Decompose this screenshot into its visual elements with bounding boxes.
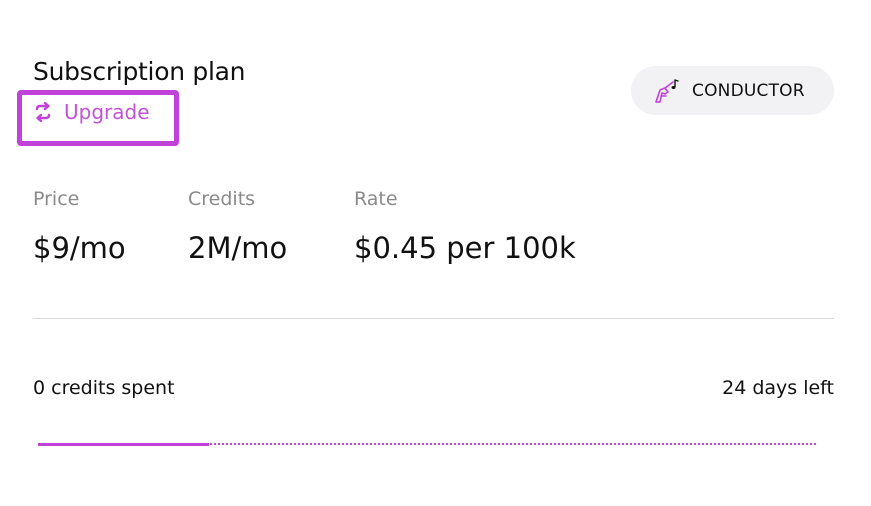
usage-progress-bar (38, 440, 816, 446)
progress-fill (38, 443, 210, 446)
stat-value: 2M/mo (188, 231, 288, 265)
page-title: Subscription plan (33, 57, 246, 86)
divider (33, 318, 834, 319)
stat-value: $9/mo (33, 231, 126, 265)
upgrade-link[interactable]: Upgrade (32, 100, 150, 124)
subscription-card: Subscription plan Upgrade CONDUCTOR Pric… (0, 0, 871, 506)
upgrade-label: Upgrade (64, 100, 150, 124)
stat-label: Credits (188, 188, 256, 210)
stat-label: Rate (354, 188, 398, 210)
plan-name: CONDUCTOR (692, 80, 805, 101)
conductor-hand-music-icon (652, 76, 682, 106)
plan-badge: CONDUCTOR (631, 66, 834, 115)
days-left-text: 24 days left (722, 377, 834, 399)
stat-credits: Credits 2M/mo (188, 187, 287, 266)
refresh-icon (32, 101, 54, 123)
stat-label: Price (33, 188, 80, 210)
stat-value: $0.45 per 100k (354, 231, 576, 265)
stat-rate: Rate $0.45 per 100k (354, 187, 576, 266)
credits-spent-text: 0 credits spent (33, 377, 175, 399)
stat-price: Price $9/mo (33, 187, 126, 266)
